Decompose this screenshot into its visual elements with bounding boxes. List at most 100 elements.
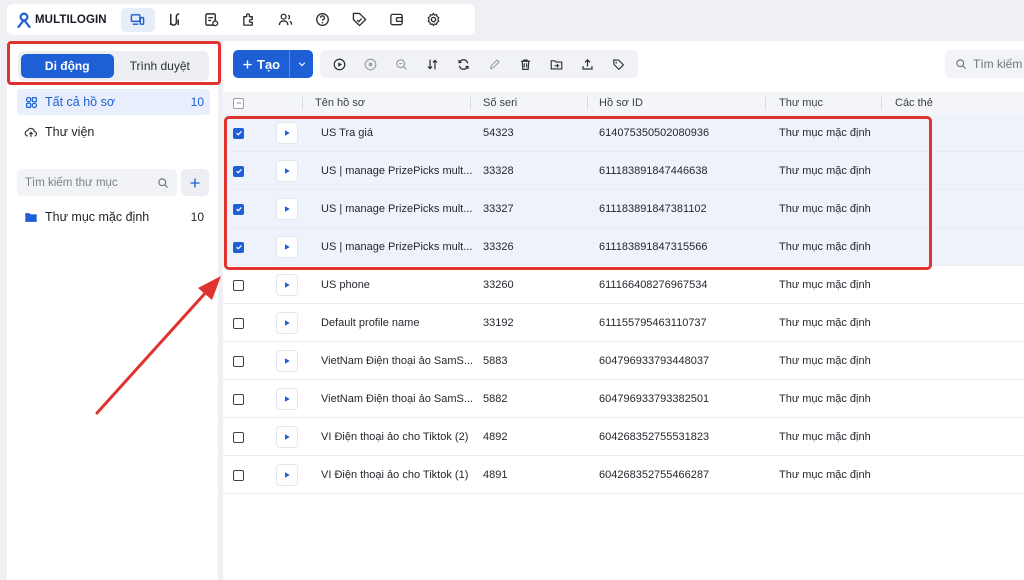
edit-button[interactable] bbox=[479, 52, 510, 76]
row-checkbox[interactable] bbox=[233, 393, 244, 405]
launch-profile-button[interactable] bbox=[276, 160, 298, 182]
profile-name[interactable]: US | manage PrizePicks mult... bbox=[321, 152, 472, 190]
profile-name[interactable]: US | manage PrizePicks mult... bbox=[321, 228, 472, 266]
profile-id: 611183891847315566 bbox=[599, 241, 708, 253]
column-header-tags[interactable]: Các thẻ bbox=[895, 92, 933, 114]
profile-name[interactable]: VietNam Điện thoại ảo SamS... bbox=[321, 342, 473, 380]
profile-search-input[interactable]: Tìm kiếm bbox=[945, 50, 1024, 78]
top-nav: MULTILOGIN bbox=[7, 4, 475, 35]
extensions-icon[interactable] bbox=[232, 8, 266, 32]
play-icon bbox=[285, 434, 290, 440]
search-placeholder: Tìm kiếm bbox=[973, 57, 1023, 71]
create-button[interactable]: Tạo bbox=[233, 50, 290, 78]
row-checkbox[interactable] bbox=[233, 279, 244, 291]
column-header-serial[interactable]: Số seri bbox=[483, 92, 517, 114]
help-icon[interactable] bbox=[306, 8, 340, 32]
stop-button[interactable] bbox=[355, 52, 386, 76]
play-icon bbox=[285, 396, 290, 402]
table-row[interactable]: US Tra giá 54323 614075350502080936 Thư mục… bbox=[223, 114, 1024, 152]
inspect-button[interactable] bbox=[386, 52, 417, 76]
profile-name[interactable]: US | manage PrizePicks mult... bbox=[321, 190, 472, 228]
profiles-icon[interactable] bbox=[195, 8, 229, 32]
table-row[interactable]: VietNam Điện thoại ảo SamS... 5883 6047969… bbox=[223, 342, 1024, 380]
row-checkbox[interactable] bbox=[233, 355, 244, 367]
table-row[interactable]: US | manage PrizePicks mult... 33327 61118… bbox=[223, 190, 1024, 228]
profile-id: 604268352755531823 bbox=[599, 431, 710, 443]
table-header: Tên hồ sơ Số seri Hồ sơ ID Thư mục Các t… bbox=[223, 92, 1024, 114]
tag-icon[interactable] bbox=[343, 8, 377, 32]
sidebar: Di động Trình duyệt Tất cả hồ sơ 10 Thư … bbox=[7, 41, 218, 580]
launch-profile-button[interactable] bbox=[276, 122, 298, 144]
sidebar-item-all-profiles[interactable]: Tất cả hồ sơ 10 bbox=[17, 89, 210, 115]
column-header-name[interactable]: Tên hồ sơ bbox=[315, 92, 365, 114]
refresh-button[interactable] bbox=[448, 52, 479, 76]
column-header-id[interactable]: Hồ sơ ID bbox=[599, 92, 643, 114]
row-checkbox[interactable] bbox=[233, 127, 244, 139]
trash-icon bbox=[521, 58, 531, 70]
transfer-button[interactable] bbox=[417, 52, 448, 76]
toggle-mobile[interactable]: Di động bbox=[21, 54, 114, 78]
profile-id: 604796933793448037 bbox=[599, 355, 710, 367]
check-icon bbox=[235, 206, 242, 212]
table-row[interactable]: VI Điện thoại ảo cho Tiktok (1) 4891 60426… bbox=[223, 456, 1024, 494]
sidebar-item-label: Thư viện bbox=[45, 125, 95, 139]
launch-profile-button[interactable] bbox=[276, 236, 298, 258]
row-checkbox[interactable] bbox=[233, 241, 244, 253]
routes-icon[interactable] bbox=[158, 8, 192, 32]
column-header-folder[interactable]: Thư mục bbox=[779, 92, 823, 114]
create-dropdown-button[interactable] bbox=[289, 50, 314, 78]
settings-icon[interactable] bbox=[417, 8, 451, 32]
launch-profile-button[interactable] bbox=[276, 350, 298, 372]
select-all-checkbox[interactable] bbox=[233, 97, 244, 109]
launch-profile-button[interactable] bbox=[276, 198, 298, 220]
launch-profile-button[interactable] bbox=[276, 426, 298, 448]
create-button-label: Tạo bbox=[257, 56, 281, 72]
export-button[interactable] bbox=[572, 52, 603, 76]
delete-button[interactable] bbox=[510, 52, 541, 76]
wallet-icon[interactable] bbox=[380, 8, 414, 32]
profile-serial: 54323 bbox=[483, 127, 514, 139]
table-row[interactable]: VI Điện thoại ảo cho Tiktok (2) 4892 60426… bbox=[223, 418, 1024, 456]
multilogin-logo-icon bbox=[17, 11, 31, 28]
profile-folder: Thư mục mặc định bbox=[779, 355, 871, 367]
profile-serial: 33327 bbox=[483, 203, 514, 215]
cloud-upload-icon bbox=[23, 124, 39, 140]
table-row[interactable]: US | manage PrizePicks mult... 33326 61118… bbox=[223, 228, 1024, 266]
table-row[interactable]: US phone 33260 611166408276967534 Thư mục m… bbox=[223, 266, 1024, 304]
tags-button[interactable] bbox=[603, 52, 634, 76]
launch-profile-button[interactable] bbox=[276, 388, 298, 410]
row-checkbox[interactable] bbox=[233, 431, 244, 443]
profile-name[interactable]: US phone bbox=[321, 266, 370, 304]
devices-icon[interactable] bbox=[120, 7, 155, 32]
app-logo[interactable]: MULTILOGIN bbox=[17, 11, 107, 28]
sidebar-item-library[interactable]: Thư viện bbox=[17, 119, 210, 145]
launch-profile-button[interactable] bbox=[276, 312, 298, 334]
add-folder-button[interactable] bbox=[181, 169, 209, 196]
launch-profile-button[interactable] bbox=[276, 464, 298, 486]
profile-serial: 5883 bbox=[483, 355, 508, 367]
chevron-down-icon bbox=[298, 62, 305, 67]
profile-name[interactable]: VietNam Điện thoại ảo SamS... bbox=[321, 380, 473, 418]
table-row[interactable]: Default profile name 33192 611155795463110… bbox=[223, 304, 1024, 342]
move-to-folder-button[interactable] bbox=[541, 52, 572, 76]
row-checkbox[interactable] bbox=[233, 317, 244, 329]
profile-name[interactable]: VI Điện thoại ảo cho Tiktok (2) bbox=[321, 418, 468, 456]
profile-name[interactable]: VI Điện thoại ảo cho Tiktok (1) bbox=[321, 456, 468, 494]
start-button[interactable] bbox=[324, 52, 355, 76]
sidebar-item-default-folder[interactable]: Thư mục mặc định 10 bbox=[17, 204, 210, 230]
row-checkbox[interactable] bbox=[233, 203, 244, 215]
profile-name[interactable]: US Tra giá bbox=[321, 114, 373, 152]
row-checkbox[interactable] bbox=[233, 165, 244, 177]
profile-name[interactable]: Default profile name bbox=[321, 304, 419, 342]
row-checkbox[interactable] bbox=[233, 469, 244, 481]
launch-profile-button[interactable] bbox=[276, 274, 298, 296]
team-icon[interactable] bbox=[269, 8, 303, 32]
toggle-browser[interactable]: Trình duyệt bbox=[114, 54, 207, 78]
zoom-out-icon bbox=[396, 58, 407, 70]
swap-vertical-icon bbox=[427, 59, 438, 69]
table-row[interactable]: VietNam Điện thoại ảo SamS... 5882 6047969… bbox=[223, 380, 1024, 418]
profile-serial: 33328 bbox=[483, 165, 514, 177]
folder-search-input[interactable]: Tìm kiếm thư mục bbox=[17, 169, 177, 196]
table-row[interactable]: US | manage PrizePicks mult... 33328 61118… bbox=[223, 152, 1024, 190]
play-icon bbox=[285, 472, 290, 478]
